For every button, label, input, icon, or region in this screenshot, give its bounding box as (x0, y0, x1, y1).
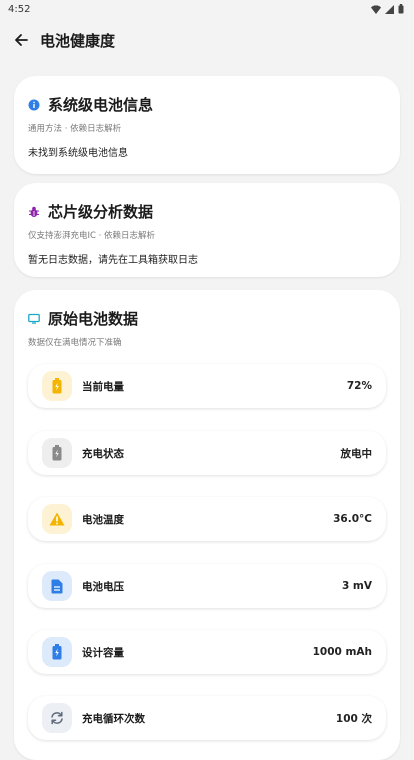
bug-icon (28, 206, 40, 218)
row-value: 3 mV (341, 580, 372, 592)
info-icon (28, 99, 40, 111)
status-icons (371, 4, 404, 14)
card-title: 芯片级分析数据 (48, 203, 154, 221)
page-title: 电池健康度 (40, 31, 116, 50)
row-label: 充电循环次数 (82, 712, 145, 725)
row-design-capacity[interactable]: 设计容量 1000 mAh (28, 630, 386, 674)
signal-icon (385, 4, 394, 14)
card-subtitle: 仅支持澎湃充电IC · 依赖日志解析 (28, 231, 156, 241)
card-message: 未找到系统级电池信息 (28, 148, 128, 159)
app-bar: 电池健康度 (0, 18, 414, 62)
document-icon (42, 571, 72, 601)
system-battery-card: 系统级电池信息 通用方法 · 依赖日志解析 未找到系统级电池信息 (14, 76, 400, 174)
row-value: 72% (346, 380, 372, 392)
row-label: 设计容量 (82, 646, 124, 659)
row-label: 电池温度 (82, 513, 124, 526)
status-bar: 4:52 (0, 0, 414, 18)
battery-icon (42, 438, 72, 468)
wifi-icon (371, 4, 381, 14)
row-current-level[interactable]: 当前电量 72% (28, 364, 386, 408)
row-value: 36.0°C (333, 513, 372, 525)
battery-charging-icon (42, 637, 72, 667)
chip-analysis-card: 芯片级分析数据 仅支持澎湃充电IC · 依赖日志解析 暂无日志数据，请先在工具箱… (14, 183, 400, 277)
card-subtitle: 数据仅在满电情况下准确 (28, 338, 122, 348)
battery-charging-icon (42, 371, 72, 401)
arrow-back-icon (15, 34, 28, 46)
card-title: 原始电池数据 (48, 310, 139, 328)
sync-icon (42, 703, 72, 733)
row-label: 当前电量 (82, 380, 124, 393)
row-battery-voltage[interactable]: 电池电压 3 mV (28, 564, 386, 608)
card-title: 系统级电池信息 (48, 96, 154, 114)
warning-icon (42, 504, 72, 534)
row-label: 电池电压 (82, 580, 124, 593)
row-value: 放电中 (340, 447, 373, 460)
raw-battery-card: 原始电池数据 数据仅在满电情况下准确 当前电量 72% 充电状态 放电中 电池温… (14, 290, 400, 760)
card-subtitle: 通用方法 · 依赖日志解析 (28, 124, 122, 134)
battery-status-icon (398, 4, 404, 14)
row-charge-status[interactable]: 充电状态 放电中 (28, 431, 386, 475)
back-button[interactable] (10, 29, 32, 51)
card-message: 暂无日志数据，请先在工具箱获取日志 (28, 255, 198, 266)
status-time: 4:52 (8, 3, 31, 15)
row-value: 100 次 (335, 712, 372, 725)
row-battery-temperature[interactable]: 电池温度 36.0°C (28, 497, 386, 541)
row-label: 充电状态 (82, 447, 124, 460)
row-cycle-count[interactable]: 充电循环次数 100 次 (28, 696, 386, 740)
row-value: 1000 mAh (312, 646, 372, 658)
monitor-icon (28, 313, 40, 325)
